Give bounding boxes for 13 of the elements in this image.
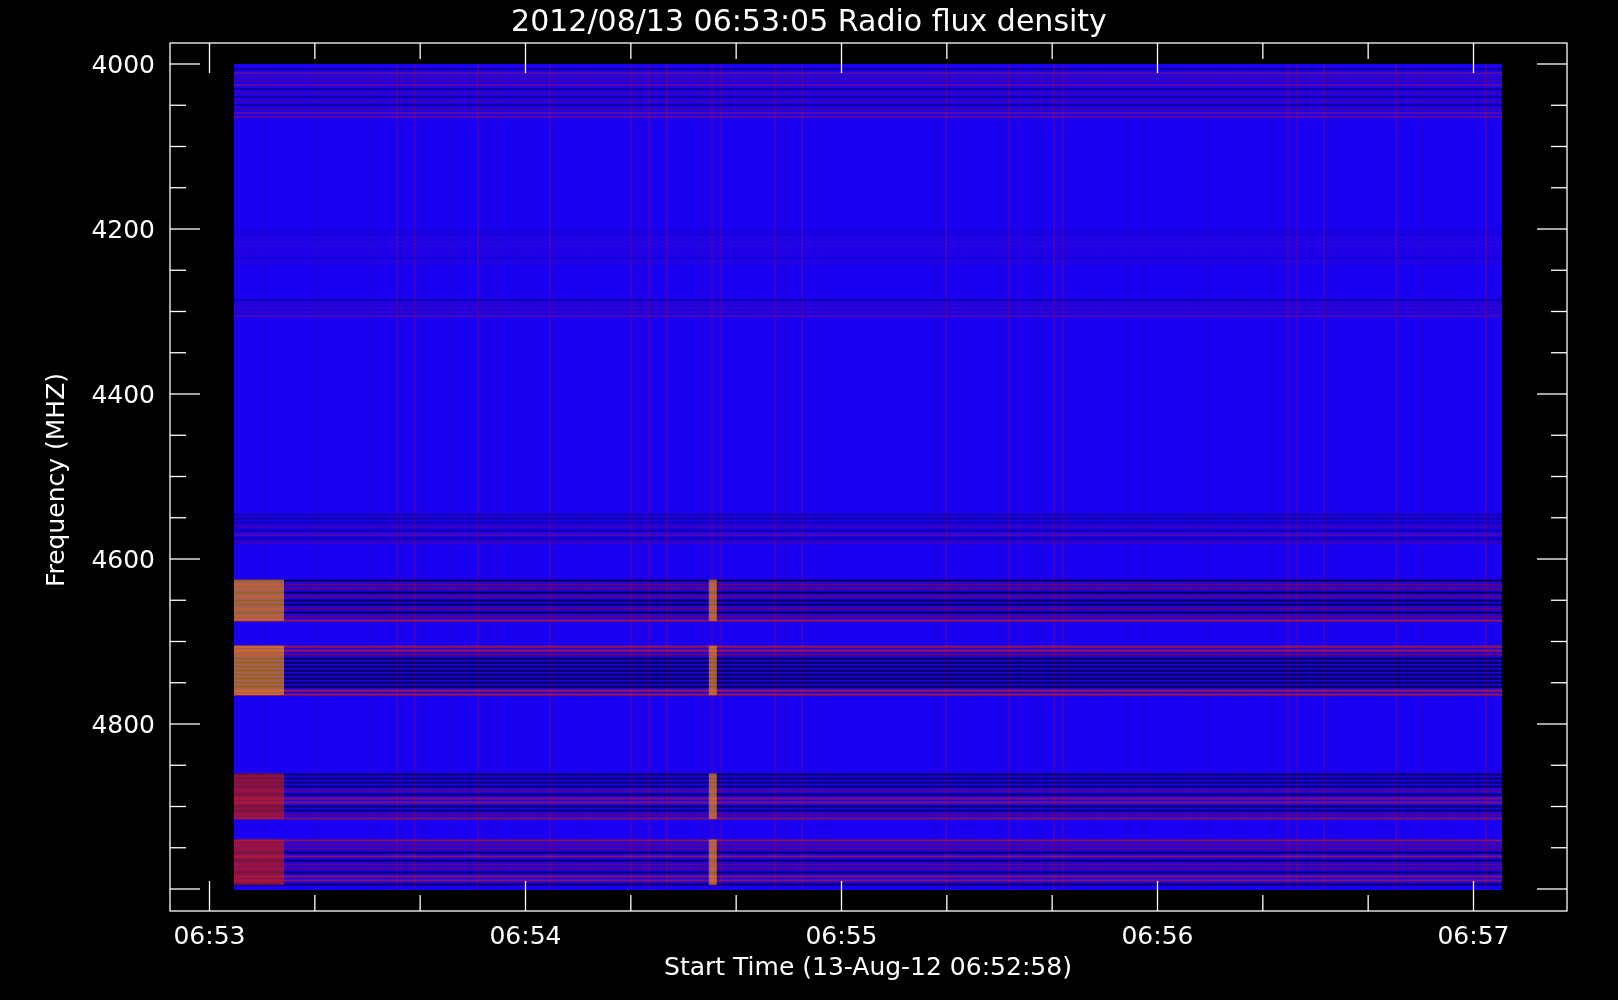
plot-title: 2012/08/13 06:53:05 Radio flux density bbox=[511, 3, 1107, 38]
y-tick-label: 4200 bbox=[91, 215, 155, 244]
y-tick-label: 4400 bbox=[91, 380, 155, 409]
x-axis-label: Start Time (13-Aug-12 06:52:58) bbox=[664, 952, 1072, 981]
x-tick-label: 06:53 bbox=[173, 921, 246, 950]
x-tick-label: 06:54 bbox=[489, 921, 562, 950]
y-tick-label: 4000 bbox=[91, 50, 155, 79]
x-tick-label: 06:56 bbox=[1121, 921, 1194, 950]
y-tick-label: 4600 bbox=[91, 545, 155, 574]
x-tick-label: 06:57 bbox=[1437, 921, 1510, 950]
y-axis-label: Frequency (MHZ) bbox=[41, 372, 70, 588]
x-tick-label: 06:55 bbox=[805, 921, 878, 950]
y-tick-label: 4800 bbox=[91, 710, 155, 739]
